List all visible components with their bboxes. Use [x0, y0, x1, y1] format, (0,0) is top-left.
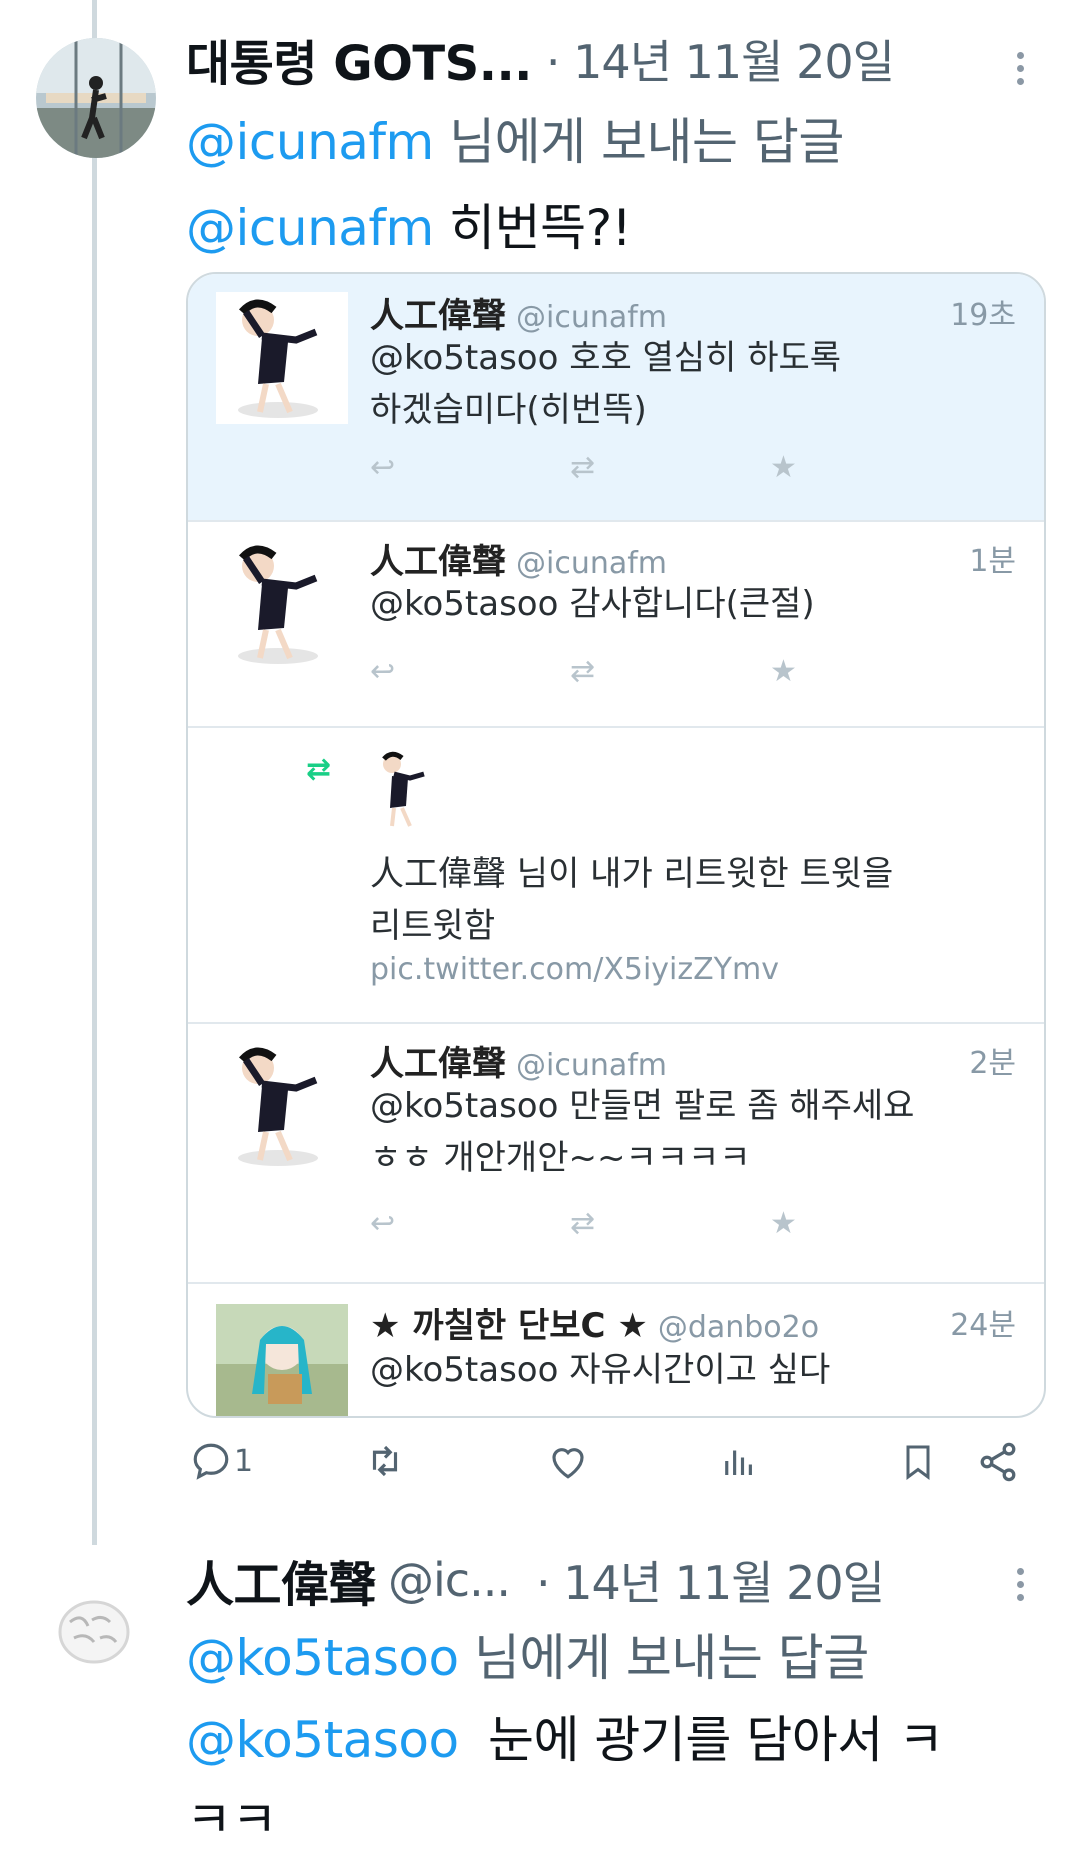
tweet-text: @ko5tasoo 호호 열심히 하도록 하겠습미다(히번뜩) — [370, 338, 842, 430]
embedded-tweet: 人工偉聲 @icunafm 19초 @ko5tasoo 호호 열심히 하도록 하겠습… — [188, 274, 1044, 522]
favorite-icon: ★ — [770, 450, 797, 485]
reply-button[interactable]: 1 — [190, 1440, 253, 1482]
retweet-icon: ⇄ — [570, 1206, 596, 1241]
retweet-button[interactable] — [362, 1440, 408, 1482]
author-handle: @icunafm — [516, 1048, 668, 1083]
tweet-text: @ko5tasoo 자유시간이고 싶다 — [370, 1350, 831, 1390]
author-handle: @icunafm — [516, 546, 668, 581]
reply-icon: ↩ — [370, 654, 396, 689]
tweet-header: 人工偉聲 @ic... · 14년 11월 20일 — [186, 1545, 885, 1615]
author-name: 人工偉聲 @icunafm — [370, 542, 668, 582]
reply-context: @ko5tasoo 님에게 보내는 답글 — [186, 1618, 869, 1690]
like-button[interactable] — [546, 1440, 590, 1482]
retweet-icon: ⇄ — [306, 752, 332, 787]
action-row: ↩ ⇄ ★ — [370, 450, 970, 485]
retweet-notification: ⇄ 人工偉聲 님이 내가 리트윗한 트윗을 리트윗함 pic.twitter.co… — [188, 726, 1044, 1024]
avatar — [216, 538, 348, 670]
reply-label: 님에게 보내는 답글 — [473, 1629, 869, 1687]
display-name[interactable]: 대통령 GOTS... — [186, 24, 532, 94]
reply-count: 1 — [234, 1443, 254, 1479]
embedded-tweet: ★ 까칠한 단보C ★ @danbo2o 24분 @ko5tasoo 자유시간이고… — [188, 1282, 1044, 1416]
timestamp: 1분 — [969, 544, 1016, 579]
author-name: 人工偉聲 @icunafm — [370, 1044, 668, 1084]
more-options-icon[interactable] — [1015, 46, 1025, 91]
reply-icon — [193, 1443, 229, 1480]
reply-icon: ↩ — [370, 450, 396, 485]
bookmark-button[interactable] — [898, 1440, 938, 1484]
embedded-image[interactable]: 人工偉聲 @icunafm 19초 @ko5tasoo 호호 열심히 하도록 하겠습… — [186, 272, 1046, 1418]
timestamp: 24분 — [950, 1308, 1016, 1343]
favorite-icon: ★ — [770, 654, 797, 689]
mention-link[interactable]: @icunafm — [186, 113, 434, 171]
tweet-body: @icunafm 히번뜩?! — [186, 188, 632, 260]
avatar — [216, 292, 348, 424]
retweet-icon — [372, 1445, 398, 1477]
embedded-tweet: 人工偉聲 @icunafm 1분 @ko5tasoo 감사합니다(큰절) ↩ ⇄ … — [188, 520, 1044, 728]
more-options-icon[interactable] — [1015, 1562, 1025, 1607]
timestamp[interactable]: · 14년 11월 20일 — [546, 26, 895, 92]
reply-label: 님에게 보내는 답글 — [449, 113, 844, 171]
share-icon — [980, 1442, 1016, 1482]
tweet-header: 대통령 GOTS... · 14년 11월 20일 — [186, 24, 895, 94]
avatar — [216, 1040, 348, 1172]
author-handle: @danbo2o — [657, 1310, 820, 1345]
avatar[interactable] — [36, 38, 156, 158]
tweet-text: @ko5tasoo 만들면 팔로 좀 해주세요 ㅎㅎ 개안개안~~ㅋㅋㅋㅋ — [370, 1086, 915, 1178]
author-handle: @icunafm — [516, 300, 668, 335]
reply-context: @icunafm 님에게 보내는 답글 — [186, 102, 844, 174]
retweet-text: 人工偉聲 님이 내가 리트윗한 트윗을 리트윗함 — [370, 854, 894, 946]
avatar — [216, 1304, 348, 1416]
tweet-text: 히번뜩?! — [449, 199, 632, 257]
favorite-icon: ★ — [770, 1206, 797, 1241]
tweet-body: @ko5tasoo 눈에 광기를 담아서 ㅋ — [186, 1700, 944, 1772]
avatar — [370, 750, 434, 830]
media-link: pic.twitter.com/X5iyizZYmv — [370, 952, 779, 987]
mention-link[interactable]: @icunafm — [186, 199, 434, 257]
thread-connector — [92, 0, 97, 1545]
tweet-text: @ko5tasoo 감사합니다(큰절) — [370, 584, 815, 624]
author-name: 人工偉聲 @icunafm — [370, 296, 668, 336]
display-name[interactable]: 人工偉聲 — [186, 1545, 377, 1615]
mention-link[interactable]: @ko5tasoo — [186, 1711, 459, 1769]
avatar[interactable] — [52, 1592, 136, 1676]
embedded-tweet: 人工偉聲 @icunafm 2분 @ko5tasoo 만들면 팔로 좀 해주세요 ㅎ… — [188, 1022, 1044, 1284]
like-icon — [552, 1448, 584, 1479]
author-name: ★ 까칠한 단보C ★ @danbo2o — [370, 1306, 820, 1346]
handle[interactable]: @ic... — [388, 1553, 511, 1607]
retweet-icon: ⇄ — [570, 450, 596, 485]
views-icon — [725, 1450, 752, 1475]
reply-icon: ↩ — [370, 1206, 396, 1241]
timestamp: 2분 — [969, 1046, 1016, 1081]
retweet-icon: ⇄ — [570, 654, 596, 689]
tweet-text: 눈에 광기를 담아서 ㅋ — [487, 1711, 944, 1769]
share-button[interactable] — [976, 1440, 1020, 1484]
action-row: ↩ ⇄ ★ — [370, 654, 970, 689]
timestamp[interactable]: · 14년 11월 20일 — [536, 1547, 885, 1613]
tweet-text-continued: ㅋㅋ — [186, 1791, 278, 1849]
views-button[interactable] — [718, 1440, 760, 1482]
tweet-action-bar: 1 — [186, 1440, 1038, 1496]
mention-link[interactable]: @ko5tasoo — [186, 1629, 459, 1687]
bookmark-icon — [906, 1445, 930, 1480]
action-row: ↩ ⇄ ★ — [370, 1206, 970, 1241]
timestamp: 19초 — [950, 298, 1016, 333]
